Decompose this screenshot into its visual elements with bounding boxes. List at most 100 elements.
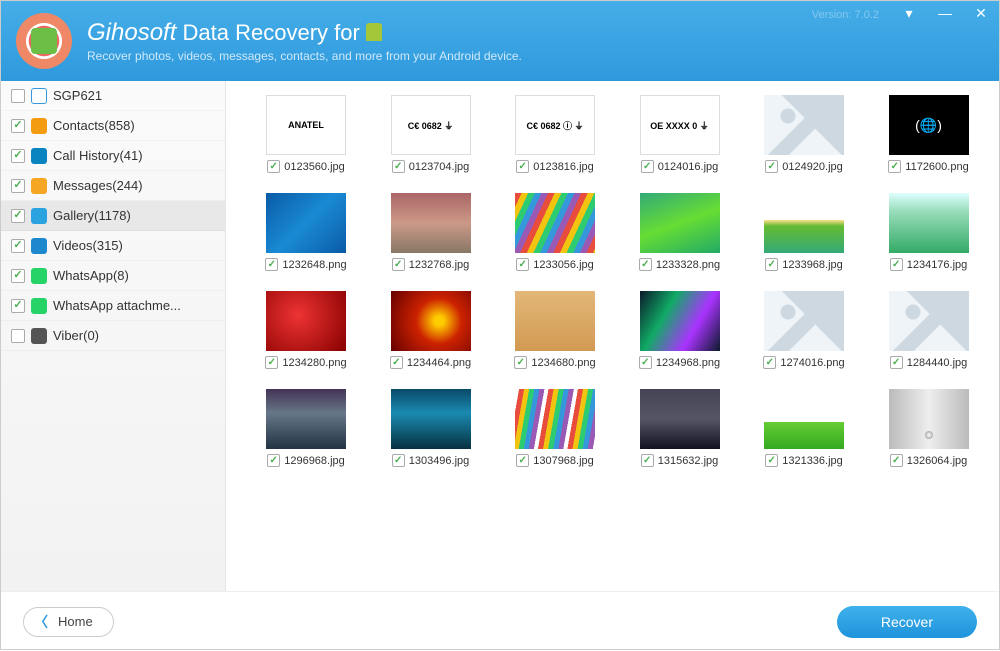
checkbox[interactable] [265,356,278,369]
thumbnail[interactable]: ANATEL0123560.jpg [250,95,362,173]
thumbnail[interactable]: 1234176.jpg [873,193,985,271]
close-button[interactable]: ✕ [963,1,999,25]
thumbnail-image [266,389,346,449]
checkbox[interactable] [890,454,903,467]
thumbnail[interactable]: 1232768.jpg [375,193,487,271]
thumbnail-caption: 1326064.jpg [890,454,968,467]
thumbnail[interactable]: 1284440.jpg [873,291,985,369]
checkbox[interactable] [392,258,405,271]
app-subtitle: Recover photos, videos, messages, contac… [87,49,522,63]
window-controls: ▾ — ✕ [891,1,999,25]
checkbox[interactable] [641,160,654,173]
recover-button[interactable]: Recover [837,606,977,638]
checkbox[interactable] [392,454,405,467]
app-body: SGP621Contacts(858) Call History(41) Messa… [1,81,999,591]
checkbox[interactable] [11,209,25,223]
thumbnail-image [515,389,595,449]
thumbnail[interactable]: 1234464.png [375,291,487,369]
thumbnail[interactable]: 1232648.png [250,193,362,271]
checkbox[interactable] [641,454,654,467]
sidebar-item-calls[interactable]: Call History(41) [1,141,225,171]
thumbnail[interactable]: 1234968.png [624,291,736,369]
thumbnail-image [640,193,720,253]
thumbnail-image: (🌐) [889,95,969,155]
minimize-button[interactable]: — [927,1,963,25]
thumbnail[interactable]: 1233056.jpg [499,193,611,271]
thumbnail[interactable]: 1234280.png [250,291,362,369]
checkbox[interactable] [763,356,776,369]
checkbox[interactable] [265,258,278,271]
thumbnail[interactable]: OE XXXX 0 ⏚ 0124016.jpg [624,95,736,173]
thumbnail-caption: 1172600.png [888,160,968,173]
thumbnail[interactable]: 0124920.jpg [748,95,860,173]
filename-label: 1234968.png [656,357,720,369]
checkbox[interactable] [267,160,280,173]
checkbox[interactable] [890,258,903,271]
checkbox[interactable] [11,239,25,253]
filename-label: 1307968.jpg [533,455,594,467]
sidebar-item-viber[interactable]: Viber(0) [1,321,225,351]
thumbnail-image [391,389,471,449]
thumbnail[interactable]: 1303496.jpg [375,389,487,467]
sidebar-item-wa[interactable]: WhatsApp attachme... [1,291,225,321]
checkbox[interactable] [11,299,25,313]
sidebar-item-gallery[interactable]: Gallery(1178) [1,201,225,231]
thumbnail-image [764,95,844,155]
checkbox[interactable] [390,356,403,369]
checkbox[interactable] [11,179,25,193]
sidebar-item-device[interactable]: SGP621 [1,81,225,111]
thumbnail[interactable]: C€ 0682 ⓘ ⏚0123816.jpg [499,95,611,173]
checkbox[interactable] [890,356,903,369]
checkbox[interactable] [11,269,25,283]
checkbox[interactable] [765,454,778,467]
sidebar-item-wa[interactable]: WhatsApp(8) [1,261,225,291]
checkbox[interactable] [765,258,778,271]
sidebar-item-contacts[interactable]: Contacts(858) [1,111,225,141]
android-icon [366,23,382,41]
checkbox[interactable] [516,160,529,173]
checkbox[interactable] [639,258,652,271]
thumbnail[interactable]: 1233328.png [624,193,736,271]
thumbnail-caption: 1232768.jpg [392,258,470,271]
sidebar-item-msgs[interactable]: Messages(244) [1,171,225,201]
thumbnail[interactable]: C€ 0682 ⏚0123704.jpg [375,95,487,173]
thumbnail-caption: 1234680.png [514,356,595,369]
checkbox[interactable] [639,356,652,369]
settings-dropdown-button[interactable]: ▾ [891,1,927,25]
sidebar-item-label: Call History(41) [53,148,143,163]
checkbox[interactable] [765,160,778,173]
checkbox[interactable] [11,119,25,133]
checkbox[interactable] [514,356,527,369]
thumbnail-caption: 1296968.jpg [267,454,345,467]
filename-label: 0123704.jpg [409,161,470,173]
gallery-content[interactable]: ANATEL0123560.jpgC€ 0682 ⏚0123704.jpgC€ … [226,81,999,591]
thumbnail[interactable]: 1321336.jpg [748,389,860,467]
thumbnail[interactable]: 1307968.jpg [499,389,611,467]
thumbnail-caption: 1232648.png [265,258,346,271]
thumbnail[interactable]: 1234680.png [499,291,611,369]
device-icon [31,88,47,104]
thumbnail[interactable]: 1326064.jpg [873,389,985,467]
checkbox[interactable] [11,149,25,163]
home-button[interactable]: 〈 Home [23,607,114,637]
checkbox[interactable] [516,454,529,467]
thumbnail-image [391,291,471,351]
app-title: Gihosoft Data Recovery for [87,19,522,47]
thumbnail-image: OE XXXX 0 ⏚ [640,95,720,155]
checkbox[interactable] [267,454,280,467]
thumbnail[interactable]: 1233968.jpg [748,193,860,271]
thumbnail[interactable]: 1315632.jpg [624,389,736,467]
msgs-icon [31,178,47,194]
thumbnail[interactable]: (🌐) 1172600.png [873,95,985,173]
checkbox[interactable] [11,89,25,103]
chevron-left-icon: 〈 [34,612,48,632]
thumbnail[interactable]: 1296968.jpg [250,389,362,467]
checkbox[interactable] [516,258,529,271]
checkbox[interactable] [11,329,25,343]
sidebar-item-videos[interactable]: Videos(315) [1,231,225,261]
filename-label: 0124920.jpg [782,161,843,173]
filename-label: 0124016.jpg [658,161,719,173]
checkbox[interactable] [888,160,901,173]
thumbnail[interactable]: 1274016.png [748,291,860,369]
checkbox[interactable] [392,160,405,173]
